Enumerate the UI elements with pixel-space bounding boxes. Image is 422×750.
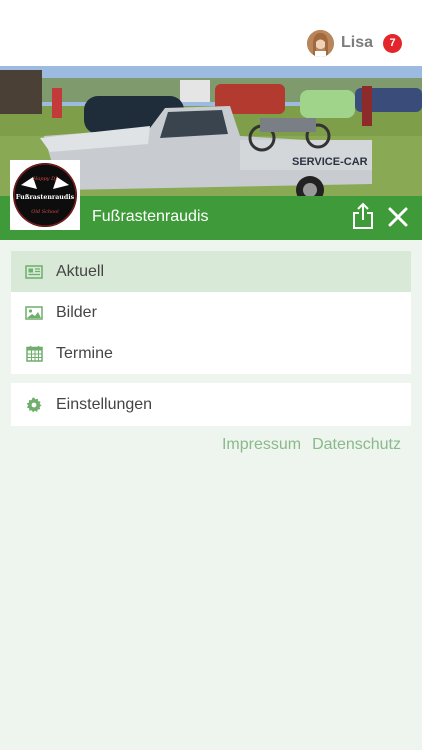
notification-badge[interactable]: 7 (383, 33, 402, 53)
top-bar: Lisa 7 (0, 0, 422, 66)
menu-item-termine[interactable]: Termine (11, 333, 411, 374)
close-icon (388, 207, 408, 227)
gear-icon (25, 396, 43, 414)
menu-item-label: Aktuell (56, 262, 105, 280)
close-button[interactable] (386, 205, 410, 229)
main-menu: Aktuell Bilder Termine (11, 251, 411, 374)
menu-item-label: Bilder (56, 303, 97, 321)
share-button[interactable] (350, 202, 376, 230)
group-title: Fußrastenraudis (92, 208, 209, 225)
menu-item-aktuell[interactable]: Aktuell (11, 251, 411, 292)
user-name[interactable]: Lisa (341, 34, 373, 52)
menu-item-einstellungen[interactable]: Einstellungen (11, 383, 411, 426)
menu-item-bilder[interactable]: Bilder (11, 292, 411, 333)
impressum-link[interactable]: Impressum (222, 436, 301, 454)
calendar-icon (25, 345, 43, 363)
user-menu[interactable]: Lisa 7 (306, 29, 402, 57)
footer-links: Impressum Datenschutz (222, 436, 401, 454)
newspaper-icon (25, 263, 43, 281)
avatar[interactable] (306, 29, 334, 57)
logo-main-text: Fußrastenraudis (16, 194, 75, 201)
hero-sign-text: SERVICE-CAR (292, 156, 368, 168)
menu-item-label: Termine (56, 344, 113, 362)
logo-bottom-text: Old School (31, 209, 59, 215)
image-icon (25, 304, 43, 322)
datenschutz-link[interactable]: Datenschutz (312, 436, 401, 454)
group-logo: Happy DJ Fußrastenraudis Old School (10, 160, 80, 230)
menu-item-label: Einstellungen (56, 395, 153, 413)
logo-top-text: Happy DJ (32, 176, 58, 182)
settings-menu: Einstellungen (11, 383, 411, 426)
share-icon (353, 202, 373, 229)
